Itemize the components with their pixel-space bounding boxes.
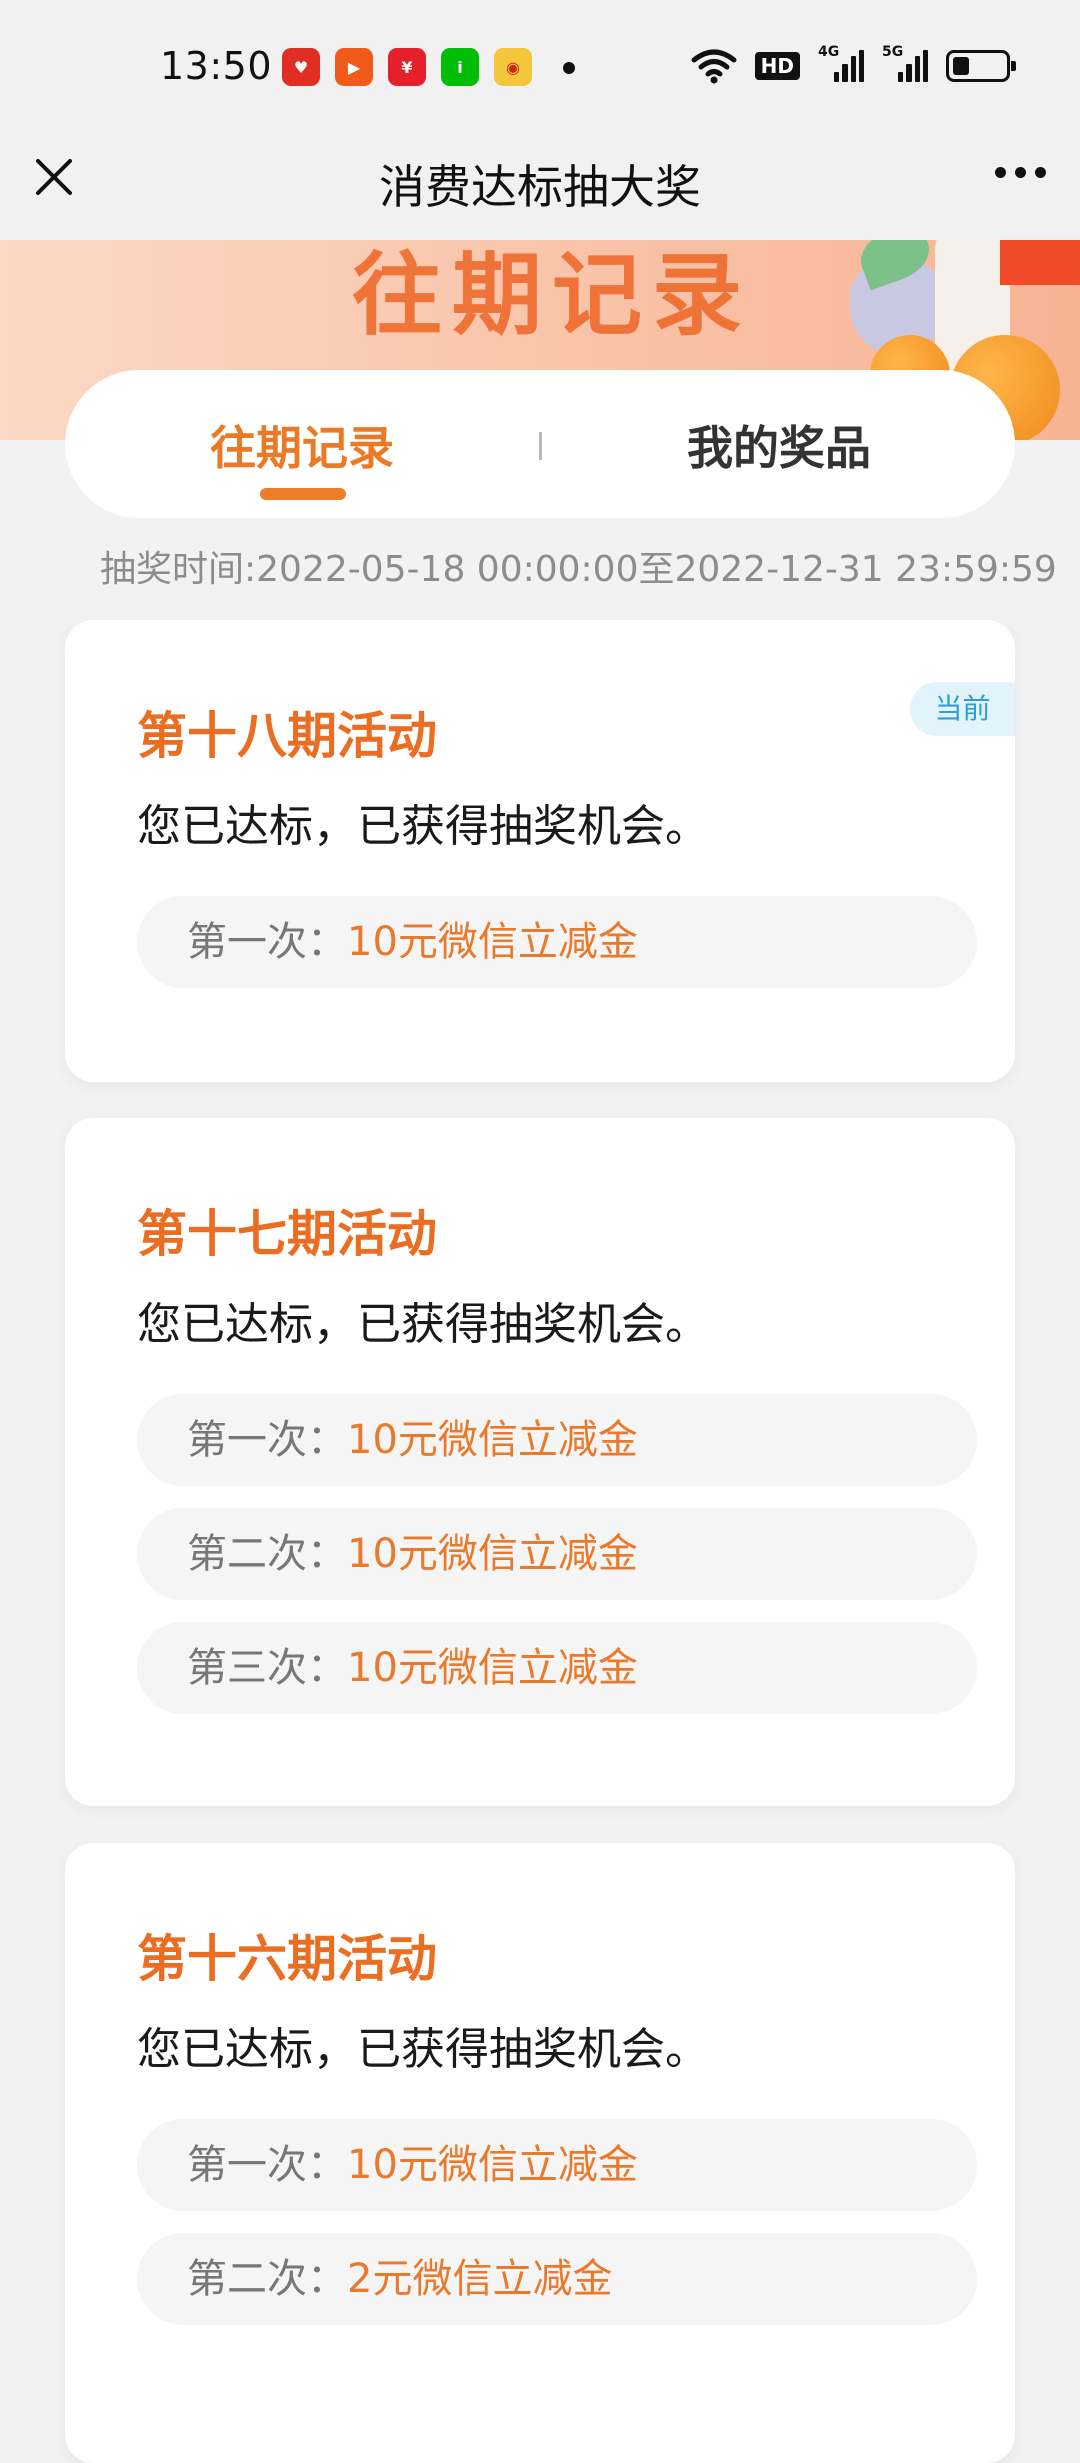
activity-status: 您已达标，已获得抽奖机会。 — [137, 1299, 709, 1350]
active-tab-indicator — [260, 488, 346, 500]
more-options-icon[interactable] — [995, 167, 1046, 178]
activity-title: 第十八期活动 — [137, 707, 437, 765]
prize-value: 10元微信立减金 — [347, 2142, 638, 2188]
signal-4g-label: 4G — [818, 44, 840, 60]
prize-label: 第一次： — [187, 2142, 347, 2188]
title-bar: 消费达标抽大奖 — [0, 135, 1080, 240]
status-bar: 13:50 ♥ ▶ ¥ i ◉ HD 4G 5G — [0, 0, 1080, 135]
signal-4g-icon: 4G — [818, 44, 864, 82]
prize-label: 第一次： — [187, 1417, 347, 1463]
prize-row: 第二次：10元微信立减金 — [137, 1508, 977, 1600]
status-time: 13:50 — [160, 44, 273, 88]
current-badge: 当前 — [910, 682, 1015, 736]
tab-past-records[interactable]: 往期记录 — [210, 412, 394, 478]
banner-title: 往期记录 — [352, 243, 752, 348]
prize-row: 第三次：10元微信立减金 — [137, 1622, 977, 1714]
prize-value: 2元微信立减金 — [347, 2256, 613, 2302]
tab-my-prizes[interactable]: 我的奖品 — [687, 412, 871, 478]
prize-value: 10元微信立减金 — [347, 1417, 638, 1463]
ribbon-icon — [1000, 240, 1080, 285]
prize-row: 第一次：10元微信立减金 — [137, 1394, 977, 1486]
wifi-icon — [691, 49, 737, 84]
weibo-icon: ◉ — [494, 48, 532, 86]
hd-badge: HD — [754, 52, 800, 80]
yunshanfu-icon: ¥ — [388, 48, 426, 86]
activity-card: 当前 第十八期活动 您已达标，已获得抽奖机会。 第一次：10元微信立减金 — [65, 620, 1015, 1082]
prize-row: 第一次：10元微信立减金 — [137, 896, 977, 988]
activity-title: 第十六期活动 — [137, 1930, 437, 1988]
prize-value: 10元微信立减金 — [347, 919, 638, 965]
prize-label: 第二次： — [187, 2256, 347, 2302]
battery-icon — [946, 50, 1016, 82]
kuaishou-icon: ▶ — [335, 48, 373, 86]
prize-row: 第一次：10元微信立减金 — [137, 2119, 977, 2211]
tab-divider — [539, 432, 542, 460]
activity-status: 您已达标，已获得抽奖机会。 — [137, 2024, 709, 2075]
activity-title: 第十七期活动 — [137, 1205, 437, 1263]
signal-5g-icon: 5G — [882, 44, 928, 82]
signal-5g-label: 5G — [882, 44, 904, 60]
prize-label: 第二次： — [187, 1531, 347, 1577]
notification-dot-icon — [563, 62, 575, 74]
prize-label: 第一次： — [187, 919, 347, 965]
status-indicators: HD 4G 5G — [691, 44, 1016, 88]
activity-status: 您已达标，已获得抽奖机会。 — [137, 801, 709, 852]
iqiyi-icon: i — [441, 48, 479, 86]
page-title: 消费达标抽大奖 — [379, 160, 701, 214]
activity-card: 第十六期活动 您已达标，已获得抽奖机会。 第一次：10元微信立减金 第二次：2元… — [65, 1843, 1015, 2463]
prize-row: 第二次：2元微信立减金 — [137, 2233, 977, 2325]
activity-card: 第十七期活动 您已达标，已获得抽奖机会。 第一次：10元微信立减金 第二次：10… — [65, 1118, 1015, 1806]
prize-value: 10元微信立减金 — [347, 1645, 638, 1691]
lottery-period: 抽奖时间:2022-05-18 00:00:00至2022-12-31 23:5… — [100, 549, 1057, 590]
prize-label: 第三次： — [187, 1645, 347, 1691]
tab-bar: 往期记录 我的奖品 — [65, 370, 1015, 518]
pinduoduo-icon: ♥ — [282, 48, 320, 86]
prize-value: 10元微信立减金 — [347, 1531, 638, 1577]
